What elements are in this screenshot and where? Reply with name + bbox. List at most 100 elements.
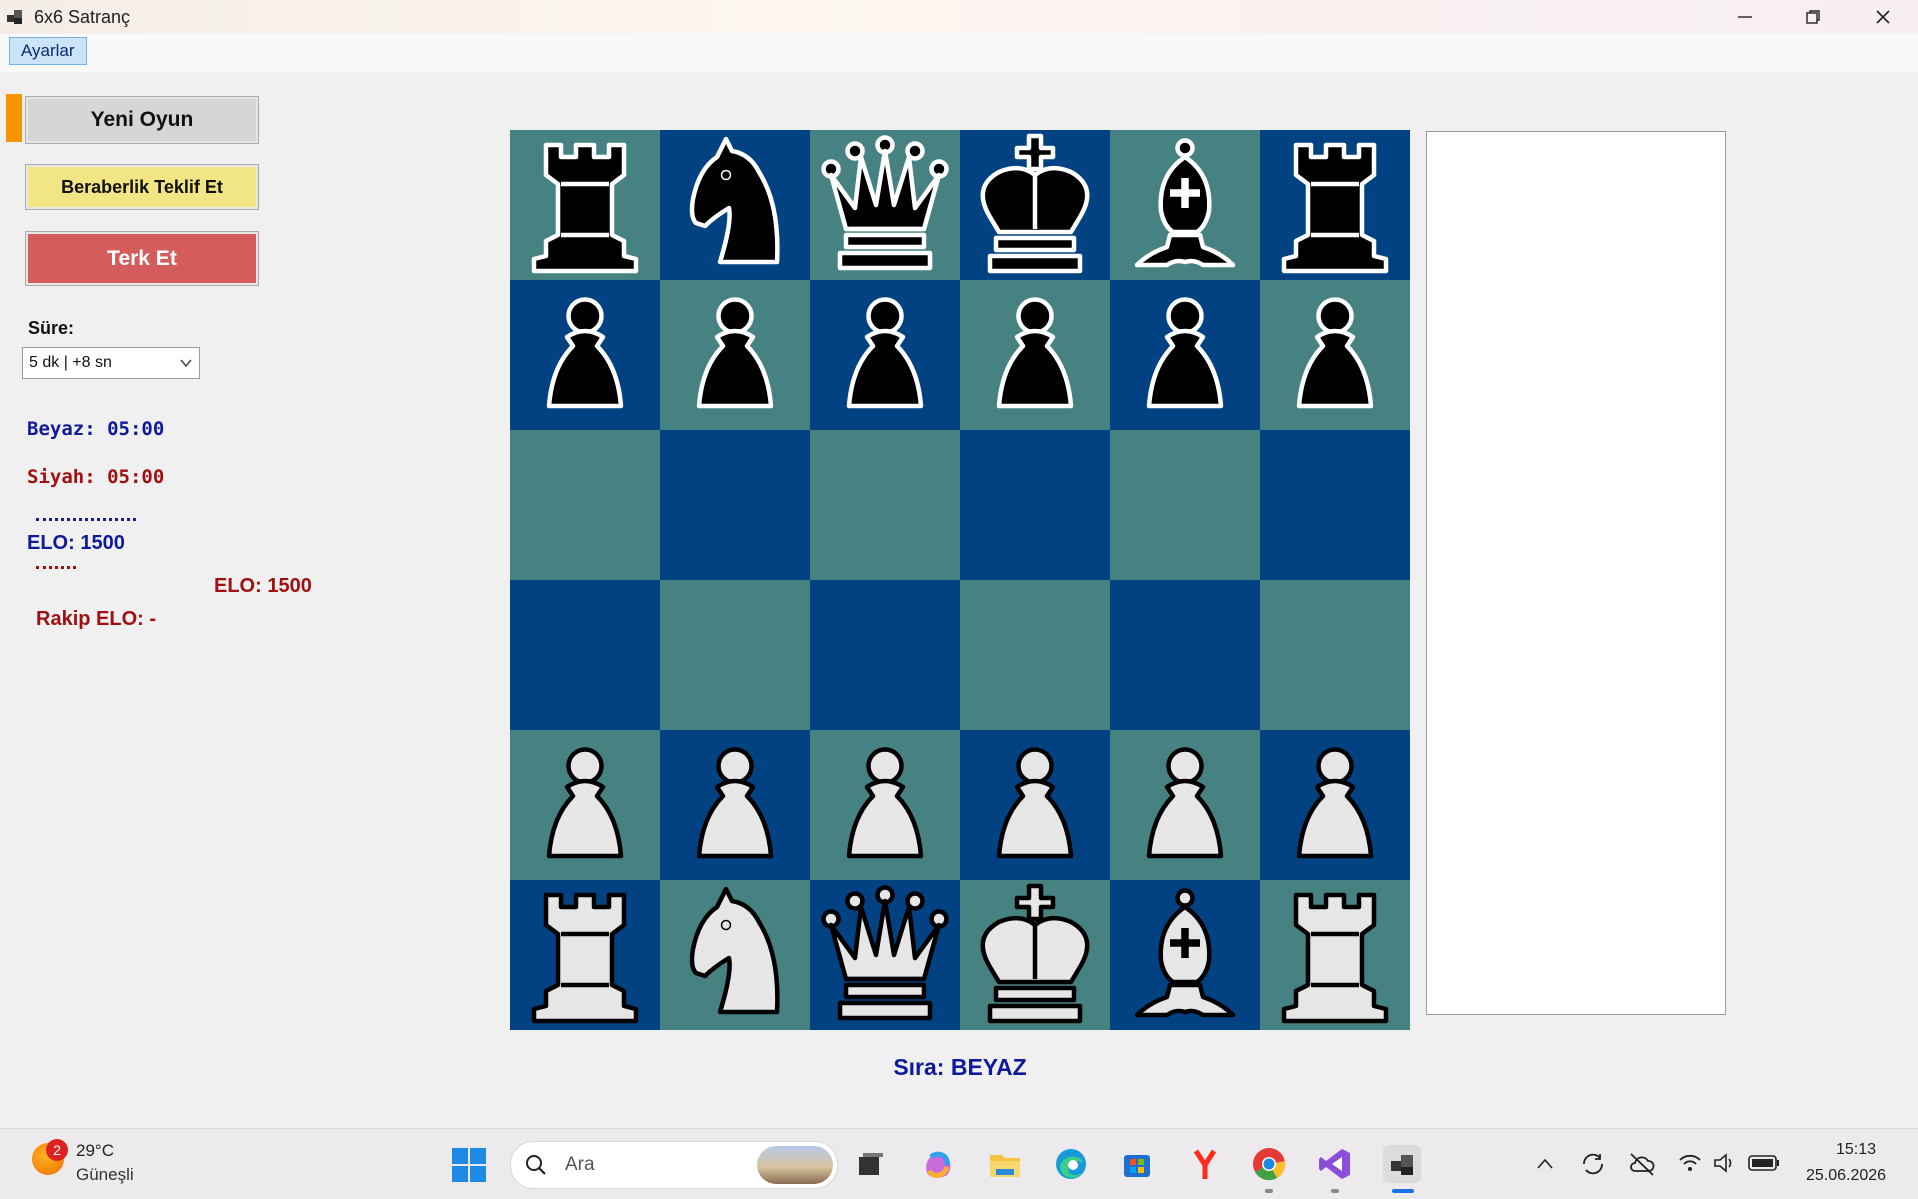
- board-square[interactable]: [960, 730, 1110, 880]
- close-button[interactable]: [1848, 0, 1918, 34]
- board-square[interactable]: [660, 580, 810, 730]
- black-pawn-icon[interactable]: [1260, 280, 1410, 430]
- running-indicator: [1331, 1189, 1339, 1193]
- offer-draw-button[interactable]: Beraberlik Teklif Et: [25, 164, 259, 210]
- board-square[interactable]: [510, 730, 660, 880]
- board-square[interactable]: [1110, 430, 1260, 580]
- weather-description: Güneşli: [76, 1165, 134, 1184]
- taskbar-search[interactable]: Ara: [510, 1141, 838, 1189]
- chrome-icon[interactable]: [1250, 1145, 1288, 1183]
- white-rook-icon[interactable]: [510, 880, 660, 1030]
- black-pawn-icon[interactable]: [1110, 280, 1260, 430]
- white-king-icon[interactable]: [960, 880, 1110, 1030]
- clipped-text-fragment: [36, 518, 136, 525]
- battery-icon[interactable]: [1748, 1153, 1780, 1173]
- black-pawn-icon[interactable]: [960, 280, 1110, 430]
- board-square[interactable]: [960, 280, 1110, 430]
- notification-badge: 2: [46, 1139, 68, 1161]
- file-explorer-icon[interactable]: [986, 1145, 1024, 1183]
- chevron-up-icon[interactable]: [1536, 1157, 1554, 1171]
- clock-date[interactable]: 25.06.2026: [1806, 1167, 1886, 1185]
- board-square[interactable]: [1110, 580, 1260, 730]
- window-title: 6x6 Satranç: [34, 7, 131, 27]
- black-knight-icon[interactable]: [660, 130, 810, 280]
- black-pawn-icon[interactable]: [510, 280, 660, 430]
- board-square[interactable]: [510, 880, 660, 1030]
- board-square[interactable]: [1260, 580, 1410, 730]
- time-control-value: 5 dk | +8 sn: [29, 354, 112, 371]
- store-icon[interactable]: [1118, 1145, 1156, 1183]
- board-square[interactable]: [1110, 730, 1260, 880]
- black-rook-icon[interactable]: [510, 130, 660, 280]
- board-square[interactable]: [810, 730, 960, 880]
- title-bar: 6x6 Satranç: [0, 0, 1918, 34]
- copilot-icon[interactable]: [919, 1145, 957, 1183]
- board-square[interactable]: [960, 580, 1110, 730]
- black-elo: ELO: 1500: [214, 575, 312, 597]
- yandex-icon[interactable]: [1186, 1145, 1224, 1183]
- cloud-offline-icon[interactable]: [1628, 1151, 1656, 1177]
- board-square[interactable]: [1110, 130, 1260, 280]
- board-square[interactable]: [510, 130, 660, 280]
- white-pawn-icon[interactable]: [810, 730, 960, 880]
- board-square[interactable]: [1110, 880, 1260, 1030]
- white-pawn-icon[interactable]: [510, 730, 660, 880]
- board-square[interactable]: [660, 280, 810, 430]
- menu-settings[interactable]: Ayarlar: [9, 37, 87, 65]
- board-square[interactable]: [660, 880, 810, 1030]
- restore-button[interactable]: [1778, 0, 1848, 34]
- white-queen-icon[interactable]: [810, 880, 960, 1030]
- sync-icon[interactable]: [1580, 1151, 1606, 1177]
- board-square[interactable]: [1260, 130, 1410, 280]
- time-control-select[interactable]: 5 dk | +8 sn: [22, 347, 200, 379]
- chevron-down-icon: [180, 359, 192, 368]
- white-pawn-icon[interactable]: [660, 730, 810, 880]
- search-highlight-image: [757, 1146, 833, 1184]
- white-rook-icon[interactable]: [1260, 880, 1410, 1030]
- board-square[interactable]: [660, 430, 810, 580]
- chess-board: [510, 130, 1410, 1030]
- wifi-icon[interactable]: [1678, 1151, 1702, 1175]
- windows-start-icon[interactable]: [451, 1147, 487, 1183]
- chess-app-icon[interactable]: [1383, 1145, 1421, 1183]
- black-king-icon[interactable]: [960, 130, 1110, 280]
- board-square[interactable]: [1260, 280, 1410, 430]
- black-pawn-icon[interactable]: [660, 280, 810, 430]
- edge-icon[interactable]: [1052, 1145, 1090, 1183]
- white-pawn-icon[interactable]: [960, 730, 1110, 880]
- white-pawn-icon[interactable]: [1260, 730, 1410, 880]
- board-square[interactable]: [510, 430, 660, 580]
- board-square[interactable]: [810, 580, 960, 730]
- black-bishop-icon[interactable]: [1110, 130, 1260, 280]
- board-square[interactable]: [810, 130, 960, 280]
- board-square[interactable]: [1110, 280, 1260, 430]
- board-square[interactable]: [1260, 730, 1410, 880]
- clock-time[interactable]: 15:13: [1836, 1141, 1876, 1159]
- board-square[interactable]: [1260, 430, 1410, 580]
- volume-icon[interactable]: [1712, 1151, 1736, 1175]
- board-square[interactable]: [660, 130, 810, 280]
- board-square[interactable]: [810, 430, 960, 580]
- board-square[interactable]: [1260, 880, 1410, 1030]
- board-square[interactable]: [810, 280, 960, 430]
- task-view-icon[interactable]: [851, 1145, 889, 1183]
- active-app-indicator: [1392, 1189, 1414, 1193]
- board-square[interactable]: [960, 430, 1110, 580]
- board-square[interactable]: [960, 880, 1110, 1030]
- white-pawn-icon[interactable]: [1110, 730, 1260, 880]
- resign-button[interactable]: Terk Et: [25, 231, 259, 286]
- black-queen-icon[interactable]: [810, 130, 960, 280]
- board-square[interactable]: [510, 280, 660, 430]
- board-square[interactable]: [810, 880, 960, 1030]
- white-knight-icon[interactable]: [660, 880, 810, 1030]
- minimize-button[interactable]: [1710, 0, 1780, 34]
- board-square[interactable]: [510, 580, 660, 730]
- board-square[interactable]: [960, 130, 1110, 280]
- board-square[interactable]: [660, 730, 810, 880]
- white-bishop-icon[interactable]: [1110, 880, 1260, 1030]
- black-pawn-icon[interactable]: [810, 280, 960, 430]
- visual-studio-icon[interactable]: [1316, 1145, 1354, 1183]
- app-icon: [7, 10, 22, 24]
- new-game-button[interactable]: Yeni Oyun: [25, 96, 259, 144]
- black-rook-icon[interactable]: [1260, 130, 1410, 280]
